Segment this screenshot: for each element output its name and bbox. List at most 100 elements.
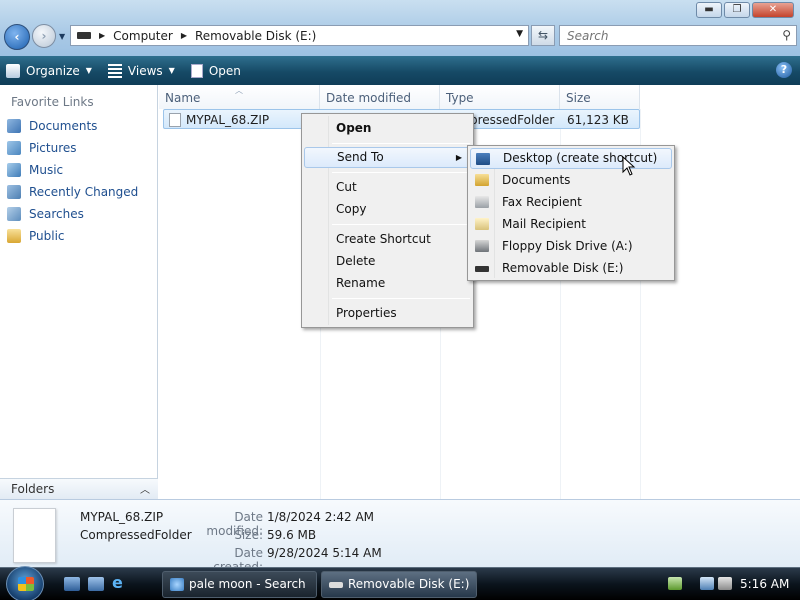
submenu-arrow-icon: ▶ bbox=[455, 153, 462, 162]
details-modified-value: 1/8/2024 2:42 AM bbox=[267, 510, 375, 524]
menu-separator bbox=[332, 224, 470, 225]
nav-item-label: Documents bbox=[29, 119, 98, 133]
desktop-icon bbox=[476, 153, 490, 165]
nav-item-label: Searches bbox=[29, 207, 84, 221]
file-thumbnail-icon bbox=[13, 508, 56, 563]
nav-item-searches[interactable]: Searches bbox=[0, 203, 157, 225]
title-bar: ▬ ❐ ✕ ‹ › ▼ ▶ Computer ▶ Removable Disk … bbox=[0, 0, 800, 56]
search-box[interactable]: ⚲ bbox=[559, 25, 797, 46]
internet-explorer-icon[interactable]: e bbox=[112, 573, 128, 592]
details-created-value: 9/28/2024 5:14 AM bbox=[267, 546, 382, 560]
close-button[interactable]: ✕ bbox=[752, 2, 794, 18]
context-menu: Open Send To ▶ Cut Copy Create Shortcut … bbox=[301, 113, 474, 328]
recent-pages-dropdown[interactable]: ▼ bbox=[59, 32, 65, 41]
start-button[interactable] bbox=[6, 566, 44, 600]
send-to-documents[interactable]: Documents bbox=[470, 170, 672, 191]
details-file-type: CompressedFolder bbox=[80, 528, 192, 542]
nav-item-documents[interactable]: Documents bbox=[0, 115, 157, 137]
nav-item-label: Pictures bbox=[29, 141, 77, 155]
taskbar-item-removable-disk[interactable]: Removable Disk (E:) bbox=[321, 571, 477, 598]
menu-item-send-to[interactable]: Send To ▶ bbox=[304, 147, 471, 168]
open-label: Open bbox=[208, 63, 241, 78]
send-to-desktop[interactable]: Desktop (create shortcut) bbox=[470, 148, 672, 169]
taskbar-item-label: Removable Disk (E:) bbox=[348, 577, 470, 591]
views-label: Views bbox=[127, 63, 163, 78]
removable-disk-icon bbox=[329, 582, 343, 588]
menu-item-properties[interactable]: Properties bbox=[304, 303, 471, 324]
nav-item-label: Music bbox=[29, 163, 64, 177]
chevron-down-icon: ▼ bbox=[168, 66, 175, 75]
safely-remove-hardware-icon[interactable] bbox=[668, 577, 682, 590]
sort-ascending-icon: ︿ bbox=[235, 86, 243, 95]
command-bar: Organize ▼ Views ▼ Open ? bbox=[0, 56, 800, 85]
menu-item-label: Floppy Disk Drive (A:) bbox=[502, 239, 633, 253]
column-header-date-modified[interactable]: Date modified bbox=[320, 85, 440, 109]
folders-toggle[interactable]: Folders ︿ bbox=[0, 478, 158, 499]
send-to-mail-recipient[interactable]: Mail Recipient bbox=[470, 214, 672, 235]
breadcrumb-separator-icon[interactable]: ▶ bbox=[99, 31, 105, 40]
nav-item-public[interactable]: Public bbox=[0, 225, 157, 247]
forward-button[interactable]: › bbox=[32, 24, 56, 48]
menu-item-copy[interactable]: Copy bbox=[304, 199, 471, 220]
menu-item-label: Send To bbox=[337, 150, 384, 164]
refresh-button[interactable]: ⇆ bbox=[531, 25, 555, 46]
menu-item-label: Mail Recipient bbox=[502, 217, 586, 231]
menu-item-rename[interactable]: Rename bbox=[304, 273, 471, 294]
file-name[interactable]: MYPAL_68.ZIP bbox=[186, 113, 269, 127]
organize-label: Organize bbox=[26, 63, 80, 78]
details-size-value: 59.6 MB bbox=[267, 528, 317, 542]
switch-windows-icon[interactable] bbox=[88, 577, 104, 591]
clock[interactable]: 5:16 AM bbox=[740, 577, 789, 591]
music-icon bbox=[7, 163, 21, 177]
breadcrumb-separator-icon[interactable]: ▶ bbox=[181, 31, 187, 40]
taskbar-item-browser[interactable]: pale moon - Search ... bbox=[162, 571, 317, 598]
menu-item-delete[interactable]: Delete bbox=[304, 251, 471, 272]
minimize-button[interactable]: ▬ bbox=[696, 2, 722, 18]
column-header-size[interactable]: Size bbox=[560, 85, 640, 109]
browser-icon bbox=[170, 578, 184, 591]
fax-icon bbox=[475, 196, 489, 208]
nav-item-pictures[interactable]: Pictures bbox=[0, 137, 157, 159]
menu-item-cut[interactable]: Cut bbox=[304, 177, 471, 198]
nav-item-music[interactable]: Music bbox=[0, 159, 157, 181]
volume-muted-icon[interactable] bbox=[718, 577, 732, 590]
network-icon[interactable] bbox=[700, 577, 714, 590]
column-header-type[interactable]: Type bbox=[440, 85, 560, 109]
open-button[interactable]: Open bbox=[190, 63, 241, 78]
details-size-label: Size: bbox=[234, 528, 263, 542]
nav-item-label: Recently Changed bbox=[29, 185, 139, 199]
address-bar[interactable]: ▶ Computer ▶ Removable Disk (E:) ▼ bbox=[70, 25, 529, 46]
mail-icon bbox=[475, 218, 489, 230]
floppy-drive-icon bbox=[475, 240, 489, 252]
send-to-floppy-drive[interactable]: Floppy Disk Drive (A:) bbox=[470, 236, 672, 257]
menu-item-label: Fax Recipient bbox=[502, 195, 582, 209]
nav-item-recently-changed[interactable]: Recently Changed bbox=[0, 181, 157, 203]
show-desktop-icon[interactable] bbox=[64, 577, 80, 591]
searches-icon bbox=[7, 207, 21, 221]
send-to-submenu: Desktop (create shortcut) Documents Fax … bbox=[467, 145, 675, 281]
chevron-up-icon: ︿ bbox=[140, 485, 150, 496]
menu-item-open[interactable]: Open bbox=[304, 118, 471, 139]
taskbar: e pale moon - Search ... Removable Disk … bbox=[0, 566, 800, 600]
organize-icon bbox=[6, 63, 20, 78]
send-to-fax-recipient[interactable]: Fax Recipient bbox=[470, 192, 672, 213]
views-button[interactable]: Views ▼ bbox=[107, 63, 175, 78]
breadcrumb-computer[interactable]: Computer bbox=[113, 29, 173, 43]
maximize-button[interactable]: ❐ bbox=[724, 2, 750, 18]
help-button[interactable]: ? bbox=[776, 62, 792, 78]
breadcrumb-removable-disk[interactable]: Removable Disk (E:) bbox=[195, 29, 316, 43]
menu-item-label: Removable Disk (E:) bbox=[502, 261, 624, 275]
removable-disk-icon bbox=[475, 266, 489, 272]
documents-folder-icon bbox=[475, 174, 489, 186]
search-icon[interactable]: ⚲ bbox=[782, 28, 791, 42]
mouse-cursor-icon bbox=[622, 156, 636, 176]
organize-button[interactable]: Organize ▼ bbox=[6, 63, 92, 78]
search-input[interactable] bbox=[560, 26, 760, 45]
public-folder-icon bbox=[7, 229, 21, 243]
address-dropdown-icon[interactable]: ▼ bbox=[516, 29, 523, 39]
window-controls: ▬ ❐ ✕ bbox=[696, 2, 794, 18]
pictures-icon bbox=[7, 141, 21, 155]
send-to-removable-disk[interactable]: Removable Disk (E:) bbox=[470, 258, 672, 279]
menu-item-create-shortcut[interactable]: Create Shortcut bbox=[304, 229, 471, 250]
back-button[interactable]: ‹ bbox=[4, 24, 30, 50]
